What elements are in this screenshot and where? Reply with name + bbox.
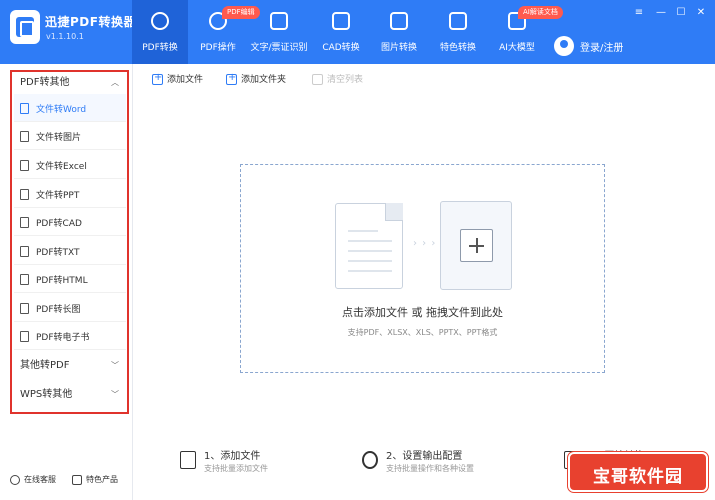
step-title: 2、设置输出配置 [386,451,463,462]
add-file-icon [152,72,163,85]
app-name: 迅捷PDF转换器 [45,15,136,29]
nav-tab-label: PDF转换 [142,43,178,53]
txt-icon [20,246,29,257]
minimize-icon[interactable]: — [654,6,668,20]
sidebar-item-pdf-to-long-image[interactable]: PDF转长图 [14,294,126,322]
add-folder-icon [226,72,237,85]
excel-icon [20,160,29,171]
step-title: 1、添加文件 [204,451,261,462]
online-support-label: 在线客服 [24,475,56,484]
nav-tab-pdf-convert[interactable]: PDF转换 [132,0,188,64]
add-folder-button[interactable]: 添加文件夹 [226,72,286,86]
add-file-label: 添加文件 [167,75,204,85]
sidebar-item-pdf-to-txt[interactable]: PDF转TXT [14,237,126,265]
html-icon [20,274,29,285]
sidebar-group-wps-to-other[interactable]: WPS转其他 ﹀ [12,384,127,406]
sidebar-item-label: 文件转Excel [36,162,87,172]
nav-tab-ocr[interactable]: 文字/票证识别 [246,0,312,64]
long-image-icon [20,303,29,314]
add-file-card[interactable] [440,201,512,290]
sidebar-item-file-to-word[interactable]: 文件转Word [14,94,126,122]
sidebar-item-label: 文件转Word [36,105,87,115]
sidebar-item-label: PDF转CAD [36,219,82,229]
nav-tab-label: AI大模型 [499,43,535,53]
word-icon [20,103,29,114]
clear-list-button[interactable]: 清空列表 [312,72,363,86]
nav-tab-special[interactable]: 特色转换 [432,0,484,64]
sidebar-group-other-to-pdf[interactable]: 其他转PDF ﹀ [12,355,127,377]
ocr-icon [270,12,288,30]
sidebar-item-label: PDF转TXT [36,248,80,258]
avatar-icon [554,36,574,56]
sidebar-item-label: PDF转HTML [36,276,88,286]
sidebar-item-pdf-to-html[interactable]: PDF转HTML [14,265,126,293]
featured-products-button[interactable]: 特色产品 [72,474,118,488]
trash-icon [312,74,323,85]
nav-tab-label: 文字/票证识别 [250,43,308,53]
sidebar-item-file-to-image[interactable]: 文件转图片 [14,122,126,150]
sidebar-item-label: PDF转长图 [36,305,81,315]
nav-tab-image[interactable]: 图片转换 [374,0,424,64]
sidebar-group-label: PDF转其他 [20,77,70,88]
app-version: v1.1.10.1 [46,32,84,41]
close-icon[interactable]: ✕ [694,6,708,20]
sidebar-group-pdf-to-other[interactable]: PDF转其他 ︿ [12,72,127,94]
convert-icon [151,12,169,30]
sidebar-item-label: 文件转PPT [36,191,80,201]
maximize-icon[interactable]: ☐ [674,6,688,20]
cad-file-icon [20,217,29,228]
add-folder-label: 添加文件夹 [241,75,287,85]
watermark-text: 宝哥软件园 [593,467,683,487]
sidebar-item-label: PDF转电子书 [36,333,90,343]
nav-tab-cad[interactable]: CAD转换 [316,0,366,64]
menu-icon[interactable]: ≡ [632,6,646,20]
support-icon [10,474,20,485]
plus-icon [460,229,493,262]
ebook-icon [20,331,29,342]
sidebar-item-file-to-ppt[interactable]: 文件转PPT [14,180,126,208]
online-support-button[interactable]: 在线客服 [10,474,56,488]
chevron-up-icon: ︿ [111,78,119,87]
dropzone-title: 点击添加文件 或 拖拽文件到此处 [342,306,503,319]
products-icon [72,474,82,485]
sidebar-item-pdf-to-ebook[interactable]: PDF转电子书 [14,322,126,350]
image-file-icon [20,131,29,142]
image-icon [390,12,408,30]
login-register-label: 登录/注册 [580,43,624,54]
add-file-button[interactable]: 添加文件 [152,72,203,86]
sidebar-item-file-to-excel[interactable]: 文件转Excel [14,151,126,179]
document-icon [335,203,403,289]
nav-tab-label: PDF操作 [200,43,236,53]
special-icon [449,12,467,30]
dropzone-subtitle: 支持PDF、XLSX、XLS、PPTX、PPT格式 [347,328,498,337]
app-logo [10,10,40,44]
clear-list-label: 清空列表 [327,75,364,85]
featured-products-label: 特色产品 [86,475,118,484]
sidebar-item-pdf-to-cad[interactable]: PDF转CAD [14,208,126,236]
file-drop-zone[interactable] [240,164,605,373]
nav-tab-label: 特色转换 [439,43,476,53]
add-document-icon [180,451,196,469]
ai-doc-badge: AI解读文档 [518,6,563,19]
chevron-down-icon: ﹀ [111,361,119,370]
title-bar: 迅捷PDF转换器 v1.1.10.1 PDF转换 PDF操作 PDF编辑 文字/… [0,0,715,64]
nav-tab-label: CAD转换 [322,43,360,53]
sidebar-item-label: 文件转图片 [36,133,82,143]
cad-icon [332,12,350,30]
step-description: 支持批量添加文件 [204,464,268,473]
gear-icon [362,451,378,469]
chevron-down-icon: ﹀ [111,390,119,399]
watermark-logo: 宝哥软件园 [568,452,708,492]
sidebar-group-label: WPS转其他 [20,389,73,400]
sidebar-group-label: 其他转PDF [20,360,70,371]
nav-tab-label: 图片转换 [380,43,417,53]
step-description: 支持批量操作和各种设置 [386,464,474,473]
arrows-icon: › › › [413,238,437,249]
ppt-icon [20,189,29,200]
